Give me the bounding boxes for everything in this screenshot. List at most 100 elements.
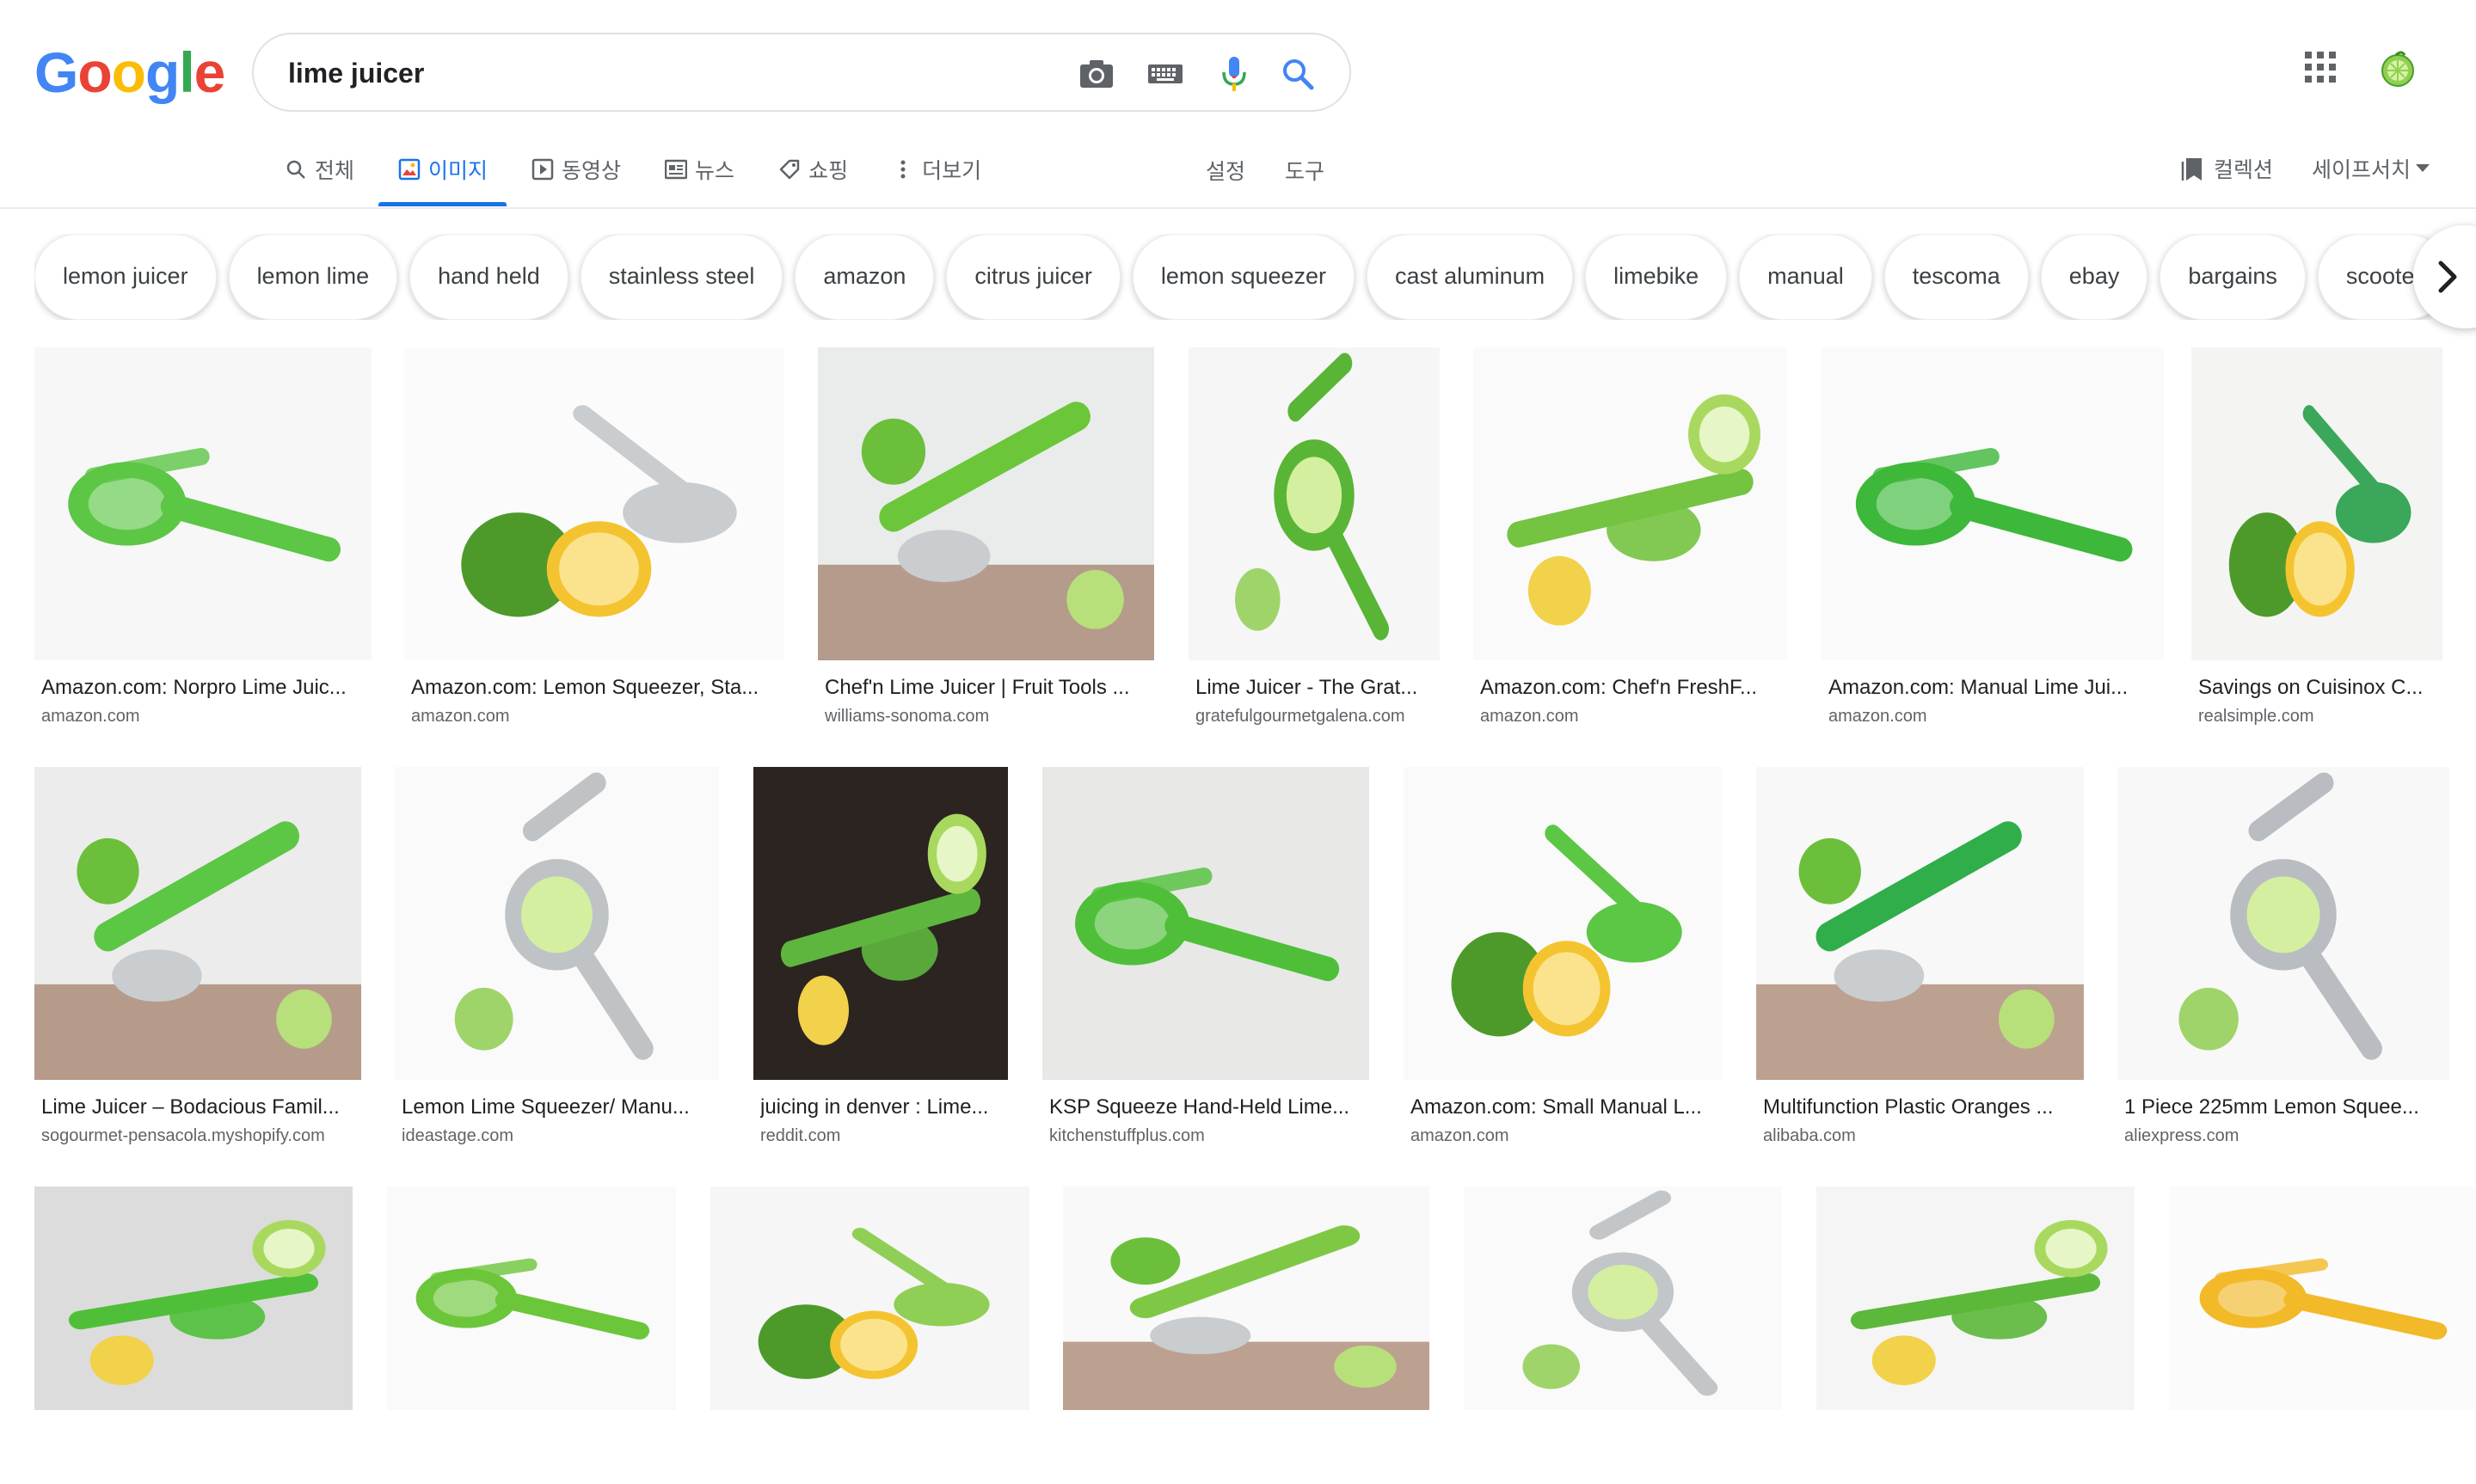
caret-down-icon [2416, 164, 2430, 172]
image-result[interactable] [710, 1187, 1029, 1484]
search-box[interactable] [252, 33, 1351, 112]
related-search-chips: lemon juicer lemon lime hand held stainless… [34, 234, 2476, 320]
image-result[interactable] [1816, 1187, 2135, 1484]
result-thumbnail[interactable] [1822, 347, 2164, 660]
image-result[interactable] [2169, 1187, 2475, 1484]
account-avatar[interactable] [2379, 50, 2417, 88]
result-thumbnail[interactable] [387, 1187, 676, 1410]
chip-suggestion[interactable]: ebay [2040, 234, 2148, 320]
apps-grid-icon[interactable] [2305, 52, 2339, 86]
keyboard-icon[interactable] [1145, 53, 1186, 95]
result-thumbnail[interactable] [1063, 1187, 1429, 1410]
image-result[interactable] [387, 1187, 676, 1484]
result-title[interactable]: KSP Squeeze Hand-Held Lime... [1049, 1095, 1366, 1119]
search-input[interactable] [288, 52, 959, 95]
result-title[interactable]: Lime Juicer – Bodacious Famil... [41, 1095, 358, 1119]
result-title[interactable]: Amazon.com: Lemon Squeezer, Sta... [411, 676, 781, 700]
result-thumbnail[interactable] [2169, 1187, 2475, 1410]
image-result[interactable]: Lime Juicer - The Grat... gratefulgourmet… [1189, 347, 1440, 734]
tab-news[interactable]: 뉴스 [664, 146, 734, 193]
bookmark-icon [2181, 158, 2202, 181]
chip-suggestion[interactable]: stainless steel [580, 234, 783, 320]
result-thumbnail[interactable] [1042, 767, 1369, 1080]
image-result[interactable]: Amazon.com: Chef'n FreshF... amazon.com [1473, 347, 1787, 734]
microphone-icon[interactable] [1213, 53, 1255, 95]
result-title[interactable]: Lemon Lime Squeezer/ Manu... [402, 1095, 716, 1119]
result-title[interactable]: Amazon.com: Small Manual L... [1410, 1095, 1718, 1119]
settings-link[interactable]: 설정 [1206, 155, 1245, 186]
result-title[interactable]: Savings on Cuisinox C... [2198, 676, 2439, 700]
image-result[interactable] [34, 1187, 353, 1484]
tab-shopping[interactable]: 쇼핑 [777, 146, 848, 193]
result-thumbnail[interactable] [1816, 1187, 2135, 1410]
chip-suggestion[interactable]: limebike [1585, 234, 1728, 320]
result-title[interactable]: 1 Piece 225mm Lemon Squee... [2124, 1095, 2446, 1119]
search-icon[interactable] [1277, 53, 1318, 95]
chevron-right-icon [2438, 261, 2457, 293]
result-thumbnail[interactable] [34, 347, 372, 660]
collections-label: 컬렉션 [2214, 157, 2274, 182]
image-result[interactable] [1063, 1187, 1429, 1484]
result-title[interactable]: Lime Juicer - The Grat... [1195, 676, 1436, 700]
result-title[interactable]: Amazon.com: Chef'n FreshF... [1480, 676, 1784, 700]
result-title[interactable]: Multifunction Plastic Oranges ... [1763, 1095, 2080, 1119]
image-result[interactable]: 1 Piece 225mm Lemon Squee... aliexpress.c… [2117, 767, 2449, 1154]
image-result[interactable] [1464, 1187, 1782, 1484]
result-title[interactable]: juicing in denver : Lime... [760, 1095, 1005, 1119]
image-result[interactable]: Lemon Lime Squeezer/ Manu... ideastage.co… [395, 767, 719, 1154]
tools-link[interactable]: 도구 [1285, 155, 1324, 186]
image-result[interactable]: Amazon.com: Norpro Lime Juic... amazon.co… [34, 347, 372, 734]
result-thumbnail[interactable] [2117, 767, 2449, 1080]
result-thumbnail[interactable] [1464, 1187, 1782, 1410]
tab-all[interactable]: 전체 [284, 146, 354, 193]
result-thumbnail[interactable] [1473, 347, 1787, 660]
chip-suggestion[interactable]: citrus juicer [946, 234, 1121, 320]
result-title[interactable]: Chef'n Lime Juicer | Fruit Tools ... [825, 676, 1151, 700]
chip-suggestion[interactable]: manual [1739, 234, 1872, 320]
result-source: realsimple.com [2198, 707, 2314, 726]
chip-suggestion[interactable]: lemon lime [228, 234, 398, 320]
result-thumbnail[interactable] [395, 767, 719, 1080]
result-source: amazon.com [41, 707, 140, 726]
chip-suggestion[interactable]: hand held [409, 234, 568, 320]
camera-icon[interactable] [1076, 53, 1117, 95]
chip-suggestion[interactable]: amazon [795, 234, 935, 320]
tab-more[interactable]: 더보기 [891, 146, 981, 193]
result-title[interactable]: Amazon.com: Norpro Lime Juic... [41, 676, 368, 700]
result-source: amazon.com [1480, 707, 1579, 726]
result-thumbnail[interactable] [34, 767, 361, 1080]
result-thumbnail[interactable] [818, 347, 1154, 660]
image-result[interactable]: Lime Juicer – Bodacious Famil... sogourme… [34, 767, 361, 1154]
result-thumbnail[interactable] [404, 347, 784, 660]
chip-suggestion[interactable]: bargains [2160, 234, 2306, 320]
result-thumbnail[interactable] [34, 1187, 353, 1410]
collections-link[interactable]: 컬렉션 [2181, 153, 2273, 184]
result-title[interactable]: Amazon.com: Manual Lime Jui... [1828, 676, 2160, 700]
result-thumbnail[interactable] [710, 1187, 1029, 1410]
tab-label: 쇼핑 [808, 158, 849, 183]
result-source: gratefulgourmetgalena.com [1195, 707, 1405, 726]
chip-suggestion[interactable]: lemon squeezer [1132, 234, 1355, 320]
google-logo[interactable]: Google [34, 40, 225, 105]
safesearch-link[interactable]: 세이프서치 [2312, 153, 2430, 184]
result-thumbnail[interactable] [1189, 347, 1440, 660]
result-source: sogourmet-pensacola.myshopify.com [41, 1126, 325, 1145]
result-source: amazon.com [1828, 707, 1927, 726]
image-result[interactable]: juicing in denver : Lime... reddit.com [753, 767, 1008, 1154]
result-thumbnail[interactable] [753, 767, 1008, 1080]
tab-videos[interactable]: 동영상 [531, 146, 621, 193]
result-thumbnail[interactable] [2191, 347, 2442, 660]
image-result[interactable]: Multifunction Plastic Oranges ... alibaba… [1756, 767, 2084, 1154]
chip-suggestion[interactable]: lemon juicer [34, 234, 217, 320]
image-result[interactable]: KSP Squeeze Hand-Held Lime... kitchenstuf… [1042, 767, 1369, 1154]
image-result[interactable]: Amazon.com: Lemon Squeezer, Sta... amazon… [404, 347, 784, 734]
chip-suggestion[interactable]: cast aluminum [1367, 234, 1574, 320]
tab-images[interactable]: 이미지 [378, 146, 507, 206]
chip-suggestion[interactable]: tescoma [1883, 234, 2029, 320]
result-thumbnail[interactable] [1404, 767, 1722, 1080]
image-result[interactable]: Chef'n Lime Juicer | Fruit Tools ... will… [818, 347, 1154, 734]
result-thumbnail[interactable] [1756, 767, 2084, 1080]
image-result[interactable]: Savings on Cuisinox C... realsimple.com [2191, 347, 2442, 734]
image-result[interactable]: Amazon.com: Manual Lime Jui... amazon.com [1822, 347, 2164, 734]
image-result[interactable]: Amazon.com: Small Manual L... amazon.com [1404, 767, 1722, 1154]
